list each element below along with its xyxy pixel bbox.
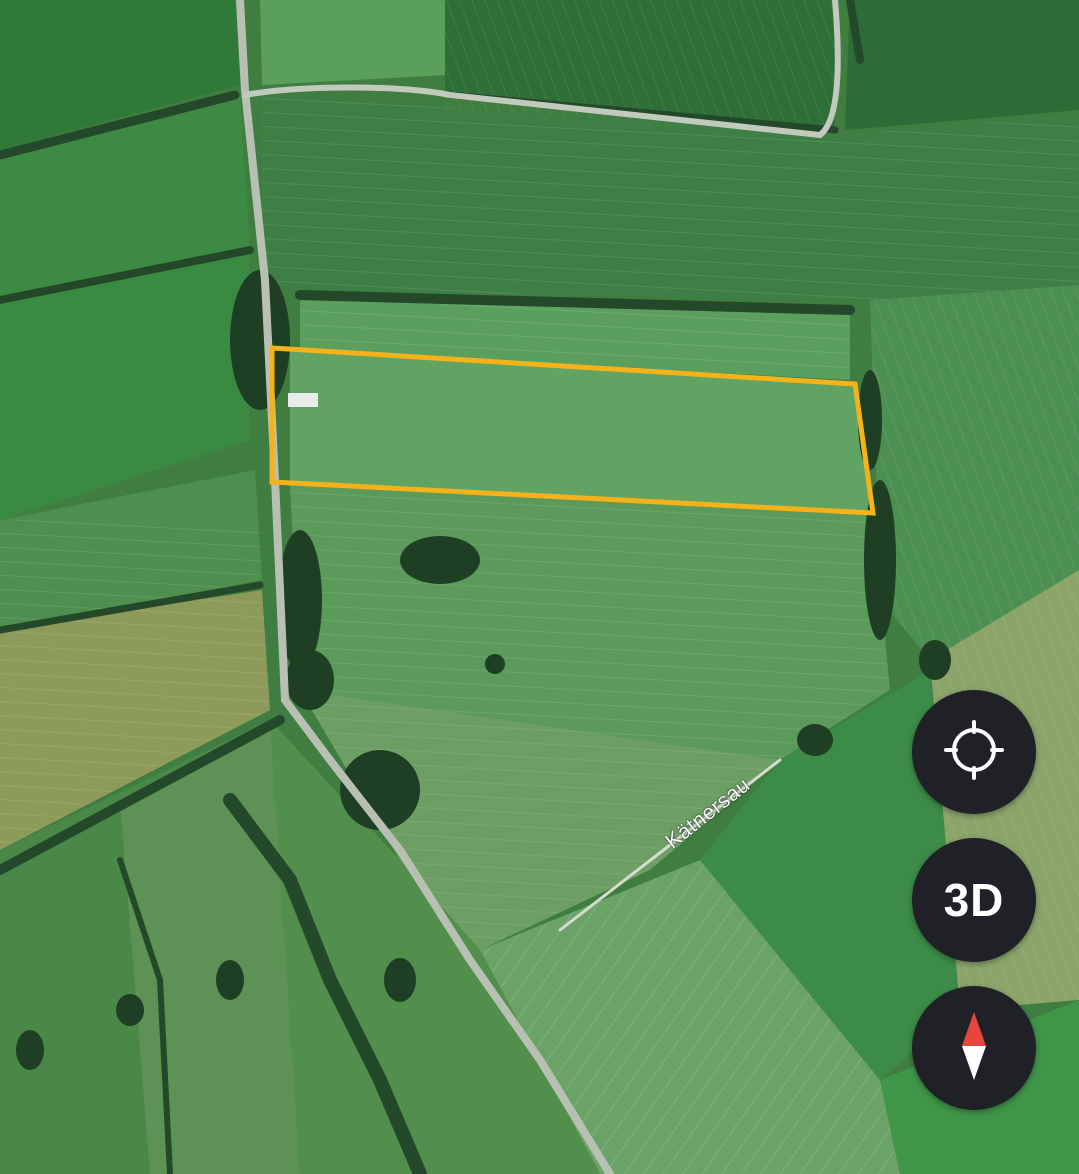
crosshair-icon	[942, 718, 1006, 787]
compass-north-half	[962, 1011, 986, 1046]
building	[288, 393, 318, 407]
my-location-button[interactable]	[912, 690, 1036, 814]
compass-needle-icon	[944, 1006, 1004, 1091]
compass-button[interactable]	[912, 986, 1036, 1110]
3d-button-label: 3D	[943, 874, 1005, 926]
3d-view-button[interactable]: 3D	[912, 838, 1036, 962]
compass-south-half	[962, 1045, 986, 1080]
satellite-map[interactable]	[0, 0, 1079, 1174]
